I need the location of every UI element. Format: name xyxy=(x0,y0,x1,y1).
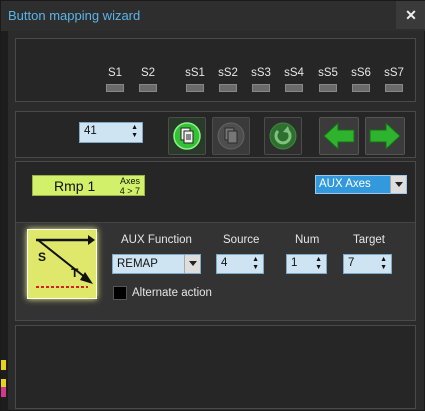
num-value: 1 xyxy=(291,257,298,269)
slot-label: sS1 xyxy=(185,67,205,79)
window-title: Button mapping wizard xyxy=(8,8,141,23)
slot-label: sS6 xyxy=(351,67,371,79)
mapping-summary: Axes 4 > 7 xyxy=(120,176,140,196)
diagram-target-letter: T xyxy=(71,266,79,280)
slot-indicator xyxy=(319,84,337,92)
num-stepper[interactable]: 1 ▲ ▼ xyxy=(286,254,327,274)
mapping-type-value: AUX Axes xyxy=(319,178,371,190)
close-icon: ✕ xyxy=(405,7,417,23)
left-edge-strip xyxy=(1,31,8,411)
button-mapping-wizard-window: Button mapping wizard ✕ S1 S2 sS1 sS2 sS… xyxy=(0,0,425,411)
num-label: Num xyxy=(295,234,320,246)
aux-function-value: REMAP xyxy=(117,258,158,270)
slot-label: sS7 xyxy=(384,67,404,79)
mapping-type-label: Axes xyxy=(119,176,140,186)
close-button[interactable]: ✕ xyxy=(396,1,425,29)
mapping-range: 4 > 7 xyxy=(119,186,140,196)
button-number-value: 41 xyxy=(84,125,97,137)
stepper-arrows-icon: ▲ ▼ xyxy=(131,124,138,139)
stepper-arrows-icon: ▲ ▼ xyxy=(315,256,322,271)
aux-function-select[interactable]: REMAP xyxy=(112,254,201,274)
chevron-down-icon[interactable] xyxy=(390,176,406,193)
slot-indicator xyxy=(285,84,303,92)
next-arrow-icon xyxy=(369,121,401,151)
source-value: 4 xyxy=(221,257,228,269)
source-stepper[interactable]: 4 ▲ ▼ xyxy=(216,254,264,274)
slot-label: S1 xyxy=(107,67,123,79)
aux-diagram: S T xyxy=(27,229,97,299)
target-label: Target xyxy=(353,234,385,246)
copy-button[interactable] xyxy=(168,117,206,155)
reset-icon xyxy=(269,122,297,150)
slot-indicator xyxy=(352,84,370,92)
chevron-down-icon[interactable] xyxy=(184,255,200,273)
slot-indicator xyxy=(139,84,157,92)
alternate-action-label: Alternate action xyxy=(132,287,212,299)
mapping-type-select[interactable]: AUX Axes xyxy=(315,175,407,194)
slot-indicator xyxy=(385,84,403,92)
mapping-chip[interactable]: Rmp 1 Axes 4 > 7 xyxy=(32,175,145,196)
slot-indicator xyxy=(106,84,124,92)
previous-button[interactable] xyxy=(319,117,359,155)
slot-indicator xyxy=(219,84,237,92)
stepper-arrows-icon: ▲ ▼ xyxy=(252,256,259,271)
slot-label: sS2 xyxy=(218,67,238,79)
copy-icon xyxy=(173,122,201,150)
diagram-source-letter: S xyxy=(38,250,46,264)
title-bar: Button mapping wizard ✕ xyxy=(1,1,425,31)
stepper-arrows-icon: ▲ ▼ xyxy=(380,256,387,271)
previous-arrow-icon xyxy=(323,121,355,151)
slot-indicator xyxy=(186,84,204,92)
edge-marker-yellow xyxy=(1,360,6,370)
slot-label: S2 xyxy=(140,67,156,79)
slot-label: sS5 xyxy=(318,67,338,79)
paste-button[interactable] xyxy=(212,117,250,155)
source-target-diagram-icon: S T xyxy=(36,235,95,288)
details-panel xyxy=(15,325,416,409)
button-number-stepper[interactable]: 41 ▲ ▼ xyxy=(79,122,143,143)
alternate-action-checkbox[interactable] xyxy=(113,286,127,300)
aux-function-label: AUX Function xyxy=(121,234,192,246)
mapping-name: Rmp 1 xyxy=(54,178,96,194)
slot-label: sS3 xyxy=(251,67,271,79)
edge-marker-magenta xyxy=(1,387,6,397)
target-value: 7 xyxy=(348,257,355,269)
source-label: Source xyxy=(223,234,260,246)
target-stepper[interactable]: 7 ▲ ▼ xyxy=(343,254,392,274)
slot-indicator xyxy=(252,84,270,92)
slot-label: sS4 xyxy=(284,67,304,79)
next-button[interactable] xyxy=(365,117,405,155)
paste-icon xyxy=(217,122,245,150)
reset-button[interactable] xyxy=(264,117,302,155)
